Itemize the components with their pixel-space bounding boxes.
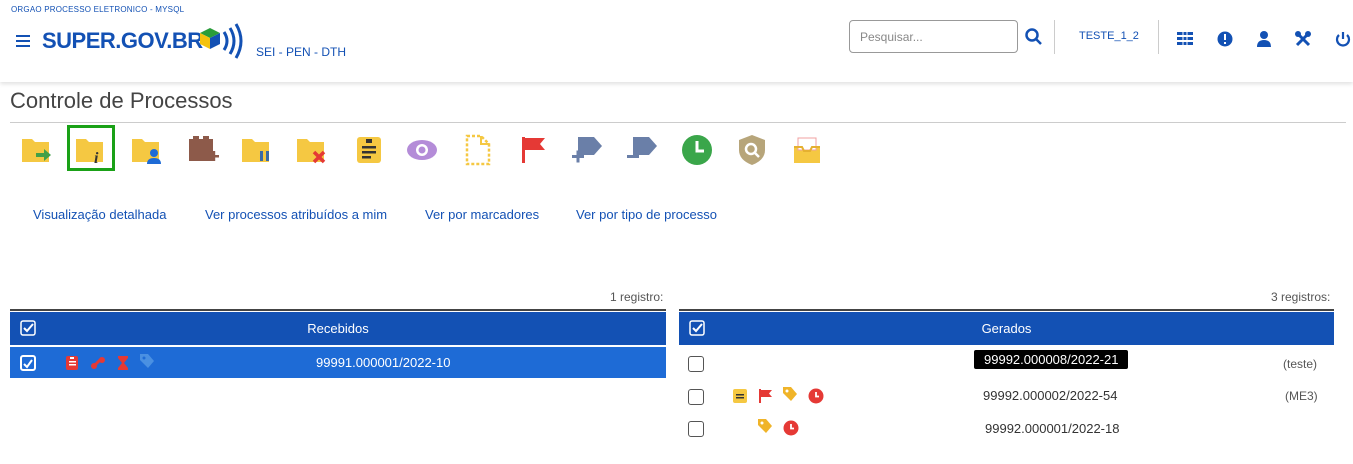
unit-selector[interactable]: TESTE_1_2 xyxy=(1079,30,1139,42)
logo-mark-icon xyxy=(200,23,243,59)
table-row[interactable]: 99991.000001/2022-10 xyxy=(10,347,666,378)
link-assigned-to-me[interactable]: Ver processos atribuídos a mim xyxy=(205,207,387,222)
search-icon[interactable] xyxy=(1024,27,1044,47)
remove-marker-icon[interactable] xyxy=(625,133,659,167)
close-process-icon[interactable] xyxy=(295,133,329,167)
separator xyxy=(1158,20,1159,54)
org-label: ORGAO PROCESSO ELETRONICO - MYSQL xyxy=(11,5,185,14)
row-checkbox[interactable] xyxy=(688,356,704,372)
tag-yellow-icon[interactable] xyxy=(757,418,773,434)
acknowledge-icon[interactable] xyxy=(405,133,439,167)
add-marker-icon[interactable] xyxy=(570,133,604,167)
flag-marker-icon[interactable] xyxy=(517,133,551,167)
new-document-icon[interactable] xyxy=(187,133,221,167)
process-annotation: (ME3) xyxy=(1285,389,1318,403)
process-number[interactable]: 99991.000001/2022-10 xyxy=(316,355,450,370)
process-list-icon[interactable] xyxy=(1176,30,1194,48)
divider xyxy=(10,122,1346,123)
note-yellow-icon[interactable] xyxy=(732,388,748,404)
tag-yellow-icon[interactable] xyxy=(782,386,798,402)
received-header: Recebidos xyxy=(10,312,666,345)
notes-icon[interactable] xyxy=(352,133,386,167)
table-border xyxy=(10,309,666,311)
process-info-icon[interactable]: i xyxy=(74,133,108,167)
link-by-process-type[interactable]: Ver por tipo de processo xyxy=(576,207,717,222)
archive-icon[interactable] xyxy=(790,133,824,167)
logo-text[interactable]: SUPER.GOV.BR xyxy=(42,28,203,54)
unit-path: SEI - PEN - DTH xyxy=(256,45,347,59)
clock-icon[interactable] xyxy=(808,388,824,404)
generated-header: Gerados xyxy=(679,312,1334,345)
link-by-markers[interactable]: Ver por marcadores xyxy=(425,207,539,222)
process-number[interactable]: 99992.000001/2022-18 xyxy=(985,421,1119,436)
row-checkbox[interactable] xyxy=(688,421,704,437)
process-annotation: (teste) xyxy=(1283,357,1318,371)
generated-count: 3 registros: xyxy=(1271,290,1331,304)
link-detailed-view[interactable]: Visualização detalhada xyxy=(33,207,166,222)
search-input[interactable] xyxy=(849,20,1018,53)
suspend-process-icon[interactable] xyxy=(240,133,274,167)
table-border xyxy=(679,309,1334,311)
top-bar: ORGAO PROCESSO ELETRONICO - MYSQL SUPER.… xyxy=(0,0,1353,82)
hourglass-icon[interactable] xyxy=(115,355,131,371)
tools-icon[interactable] xyxy=(1294,30,1312,48)
tag-blue-icon[interactable] xyxy=(139,353,155,369)
svg-text:i: i xyxy=(94,150,99,167)
process-number-text[interactable]: 99992.000008/2022-21 xyxy=(974,350,1129,369)
generated-header-label: Gerados xyxy=(981,321,1032,336)
separator xyxy=(1054,20,1055,54)
process-number[interactable]: 99992.000008/2022-21 xyxy=(974,350,1129,369)
search-process-icon[interactable] xyxy=(735,133,769,167)
menu-icon[interactable] xyxy=(16,35,30,47)
note-red-icon[interactable] xyxy=(64,355,80,371)
sign-document-icon[interactable] xyxy=(461,133,495,167)
user-icon[interactable] xyxy=(1255,30,1273,48)
row-checkbox[interactable] xyxy=(688,389,704,405)
received-count: 1 registro: xyxy=(610,290,664,304)
clock-icon[interactable] xyxy=(783,420,799,436)
process-number[interactable]: 99992.000002/2022-54 xyxy=(983,388,1117,403)
page-title: Controle de Processos xyxy=(10,88,233,113)
check-icon xyxy=(23,359,33,369)
deadline-icon[interactable] xyxy=(680,133,714,167)
assign-process-icon[interactable] xyxy=(130,133,164,167)
alert-icon[interactable] xyxy=(1216,30,1234,48)
send-process-icon[interactable] xyxy=(20,133,54,167)
link-icon[interactable] xyxy=(90,355,106,371)
flag-icon[interactable] xyxy=(758,388,774,404)
received-header-label: Recebidos xyxy=(307,321,369,336)
row-checkbox[interactable] xyxy=(20,355,36,371)
power-icon[interactable] xyxy=(1334,30,1352,48)
